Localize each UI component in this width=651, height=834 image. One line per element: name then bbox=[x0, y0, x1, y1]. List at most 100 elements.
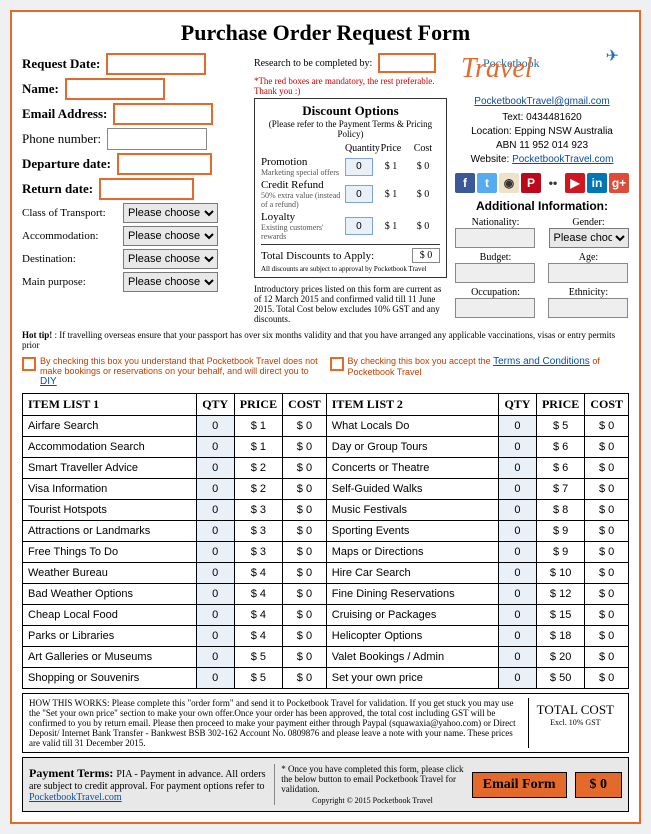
label-budget: Budget: bbox=[455, 252, 536, 263]
label-class: Class of Transport: bbox=[22, 207, 117, 219]
item-qty-input[interactable] bbox=[504, 608, 531, 622]
item-qty-input[interactable] bbox=[504, 524, 531, 538]
item-price: $ 3 bbox=[234, 500, 282, 521]
item-qty-input[interactable] bbox=[504, 650, 531, 664]
age-input[interactable] bbox=[548, 263, 628, 283]
research-by-input[interactable] bbox=[378, 53, 436, 73]
label-occupation: Occupation: bbox=[455, 287, 536, 298]
how-text: HOW THIS WORKS: Please complete this "or… bbox=[29, 698, 520, 748]
item-qty-input[interactable] bbox=[504, 629, 531, 643]
request-date-input[interactable] bbox=[106, 53, 206, 75]
phone-input[interactable] bbox=[107, 128, 207, 150]
item-qty-input[interactable] bbox=[202, 440, 229, 454]
item-price: $ 7 bbox=[536, 479, 584, 500]
discount-name: Promotion bbox=[261, 156, 341, 168]
pinterest-icon[interactable]: P bbox=[521, 173, 541, 193]
item-qty-input[interactable] bbox=[202, 650, 229, 664]
email-form-button[interactable]: Email Form bbox=[472, 772, 567, 798]
item-qty-input[interactable] bbox=[202, 566, 229, 580]
flickr-icon[interactable]: •• bbox=[543, 173, 563, 193]
item-cost: $ 0 bbox=[585, 479, 629, 500]
return-input[interactable] bbox=[99, 178, 194, 200]
item-name: Attractions or Landmarks bbox=[23, 521, 197, 542]
google-icon[interactable]: g+ bbox=[609, 173, 629, 193]
item-name: Self-Guided Walks bbox=[326, 479, 498, 500]
accommodation-select[interactable]: Please choose... bbox=[123, 226, 218, 246]
label-request-date: Request Date: bbox=[22, 56, 100, 72]
discount-qty-input[interactable] bbox=[345, 185, 373, 203]
label-purpose: Main purpose: bbox=[22, 276, 117, 288]
item-cost: $ 0 bbox=[283, 500, 327, 521]
checkbox-terms[interactable] bbox=[330, 357, 344, 371]
budget-input[interactable] bbox=[455, 263, 535, 283]
name-input[interactable] bbox=[65, 78, 165, 100]
item-qty-input[interactable] bbox=[202, 482, 229, 496]
item-qty-input[interactable] bbox=[202, 524, 229, 538]
label-return: Return date: bbox=[22, 181, 93, 197]
item-name: Bad Weather Options bbox=[23, 584, 197, 605]
twitter-icon[interactable]: t bbox=[477, 173, 497, 193]
youtube-icon[interactable]: ▶ bbox=[565, 173, 585, 193]
pay-link[interactable]: PocketbookTravel.com bbox=[29, 792, 122, 803]
discount-name: Credit Refund bbox=[261, 179, 341, 191]
item-cost: $ 0 bbox=[283, 542, 327, 563]
discount-qty-input[interactable] bbox=[345, 158, 373, 176]
item-price: $ 2 bbox=[234, 479, 282, 500]
item-qty-input[interactable] bbox=[504, 482, 531, 496]
departure-input[interactable] bbox=[117, 153, 212, 175]
total-amount: $ 0 bbox=[575, 772, 623, 798]
item-qty-input[interactable] bbox=[202, 587, 229, 601]
class-select[interactable]: Please choose... bbox=[123, 203, 218, 223]
label-phone: Phone number: bbox=[22, 131, 101, 147]
gender-select[interactable]: Please choose... bbox=[549, 228, 629, 248]
how-box: HOW THIS WORKS: Please complete this "or… bbox=[22, 693, 629, 753]
page-title: Purchase Order Request Form bbox=[22, 20, 629, 46]
item-qty-input[interactable] bbox=[202, 545, 229, 559]
item-qty-input[interactable] bbox=[504, 503, 531, 517]
col-qty: Quantity bbox=[345, 143, 373, 154]
logo-big: Travel bbox=[461, 56, 533, 81]
item-qty-input[interactable] bbox=[202, 629, 229, 643]
purpose-select[interactable]: Please choose... bbox=[123, 272, 218, 292]
item-qty-input[interactable] bbox=[202, 419, 229, 433]
terms-link[interactable]: Terms and Conditions bbox=[493, 356, 590, 367]
item-qty-input[interactable] bbox=[504, 566, 531, 580]
ethnicity-input[interactable] bbox=[548, 298, 628, 318]
item-cost: $ 0 bbox=[585, 521, 629, 542]
item-price: $ 5 bbox=[536, 416, 584, 437]
item-price: $ 4 bbox=[234, 626, 282, 647]
item-qty-input[interactable] bbox=[504, 545, 531, 559]
table-header: PRICE bbox=[234, 394, 282, 416]
discount-sub: (Please refer to the Payment Terms & Pri… bbox=[261, 119, 440, 139]
discount-cost: $ 0 bbox=[409, 161, 437, 172]
item-price: $ 9 bbox=[536, 521, 584, 542]
brand-email-link[interactable]: PocketbookTravel@gmail.com bbox=[474, 96, 609, 107]
website-link[interactable]: PocketbookTravel.com bbox=[512, 154, 613, 165]
email-input[interactable] bbox=[113, 103, 213, 125]
occupation-input[interactable] bbox=[455, 298, 535, 318]
item-qty-input[interactable] bbox=[504, 419, 531, 433]
item-qty-input[interactable] bbox=[504, 587, 531, 601]
item-price: $ 6 bbox=[536, 437, 584, 458]
label-ethnicity: Ethnicity: bbox=[548, 287, 629, 298]
nationality-input[interactable] bbox=[455, 228, 535, 248]
pay-title: Payment Terms: bbox=[29, 766, 116, 780]
item-qty-input[interactable] bbox=[202, 503, 229, 517]
item-qty-input[interactable] bbox=[504, 440, 531, 454]
item-qty-input[interactable] bbox=[202, 608, 229, 622]
item-qty-input[interactable] bbox=[202, 461, 229, 475]
item-qty-input[interactable] bbox=[202, 671, 229, 685]
diy-link[interactable]: DIY bbox=[40, 376, 57, 387]
destination-select[interactable]: Please choose... bbox=[123, 249, 218, 269]
checkbox-no-bookings[interactable] bbox=[22, 357, 36, 371]
discount-qty-input[interactable] bbox=[345, 217, 373, 235]
item-cost: $ 0 bbox=[585, 542, 629, 563]
facebook-icon[interactable]: f bbox=[455, 173, 475, 193]
item-name: Day or Group Tours bbox=[326, 437, 498, 458]
item-qty-input[interactable] bbox=[504, 671, 531, 685]
discount-box: Discount Options (Please refer to the Pa… bbox=[254, 98, 447, 278]
additional-title: Additional Information: bbox=[455, 199, 629, 213]
linkedin-icon[interactable]: in bbox=[587, 173, 607, 193]
instagram-icon[interactable]: ◉ bbox=[499, 173, 519, 193]
item-qty-input[interactable] bbox=[504, 461, 531, 475]
